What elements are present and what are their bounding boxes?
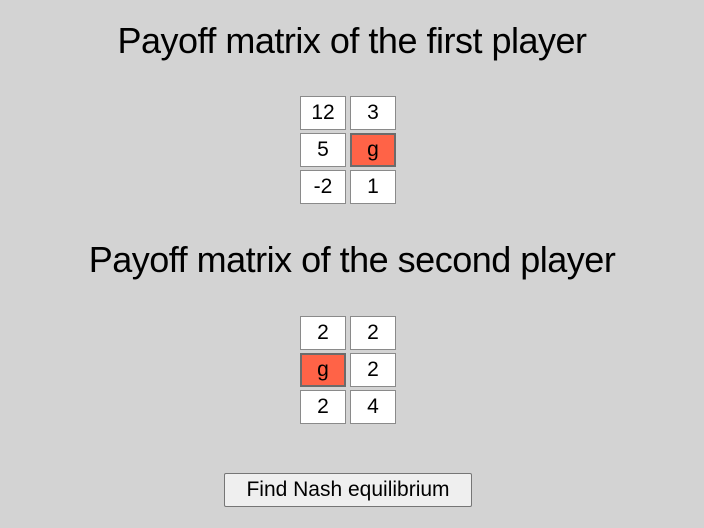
first-matrix-cell-r1-c1[interactable] [300, 96, 346, 130]
second-matrix-cell-r2-c1[interactable] [300, 353, 346, 387]
second-matrix-cell-r2-c2[interactable] [350, 353, 396, 387]
first-matrix-cell-r3-c1[interactable] [300, 170, 346, 204]
find-nash-equilibrium-button[interactable]: Find Nash equilibrium [224, 473, 472, 507]
first-matrix-cell-r1-c2[interactable] [350, 96, 396, 130]
first-matrix-cell-r2-c2[interactable] [350, 133, 396, 167]
second-player-matrix [300, 316, 396, 424]
second-player-matrix-title: Payoff matrix of the second player [88, 239, 616, 280]
second-matrix-cell-r3-c1[interactable] [300, 390, 346, 424]
second-matrix-cell-r3-c2[interactable] [350, 390, 396, 424]
first-matrix-cell-r2-c1[interactable] [300, 133, 346, 167]
first-player-matrix-title: Payoff matrix of the first player [117, 20, 587, 61]
second-matrix-cell-r1-c1[interactable] [300, 316, 346, 350]
first-matrix-cell-r3-c2[interactable] [350, 170, 396, 204]
second-matrix-cell-r1-c2[interactable] [350, 316, 396, 350]
first-player-matrix [300, 96, 396, 204]
